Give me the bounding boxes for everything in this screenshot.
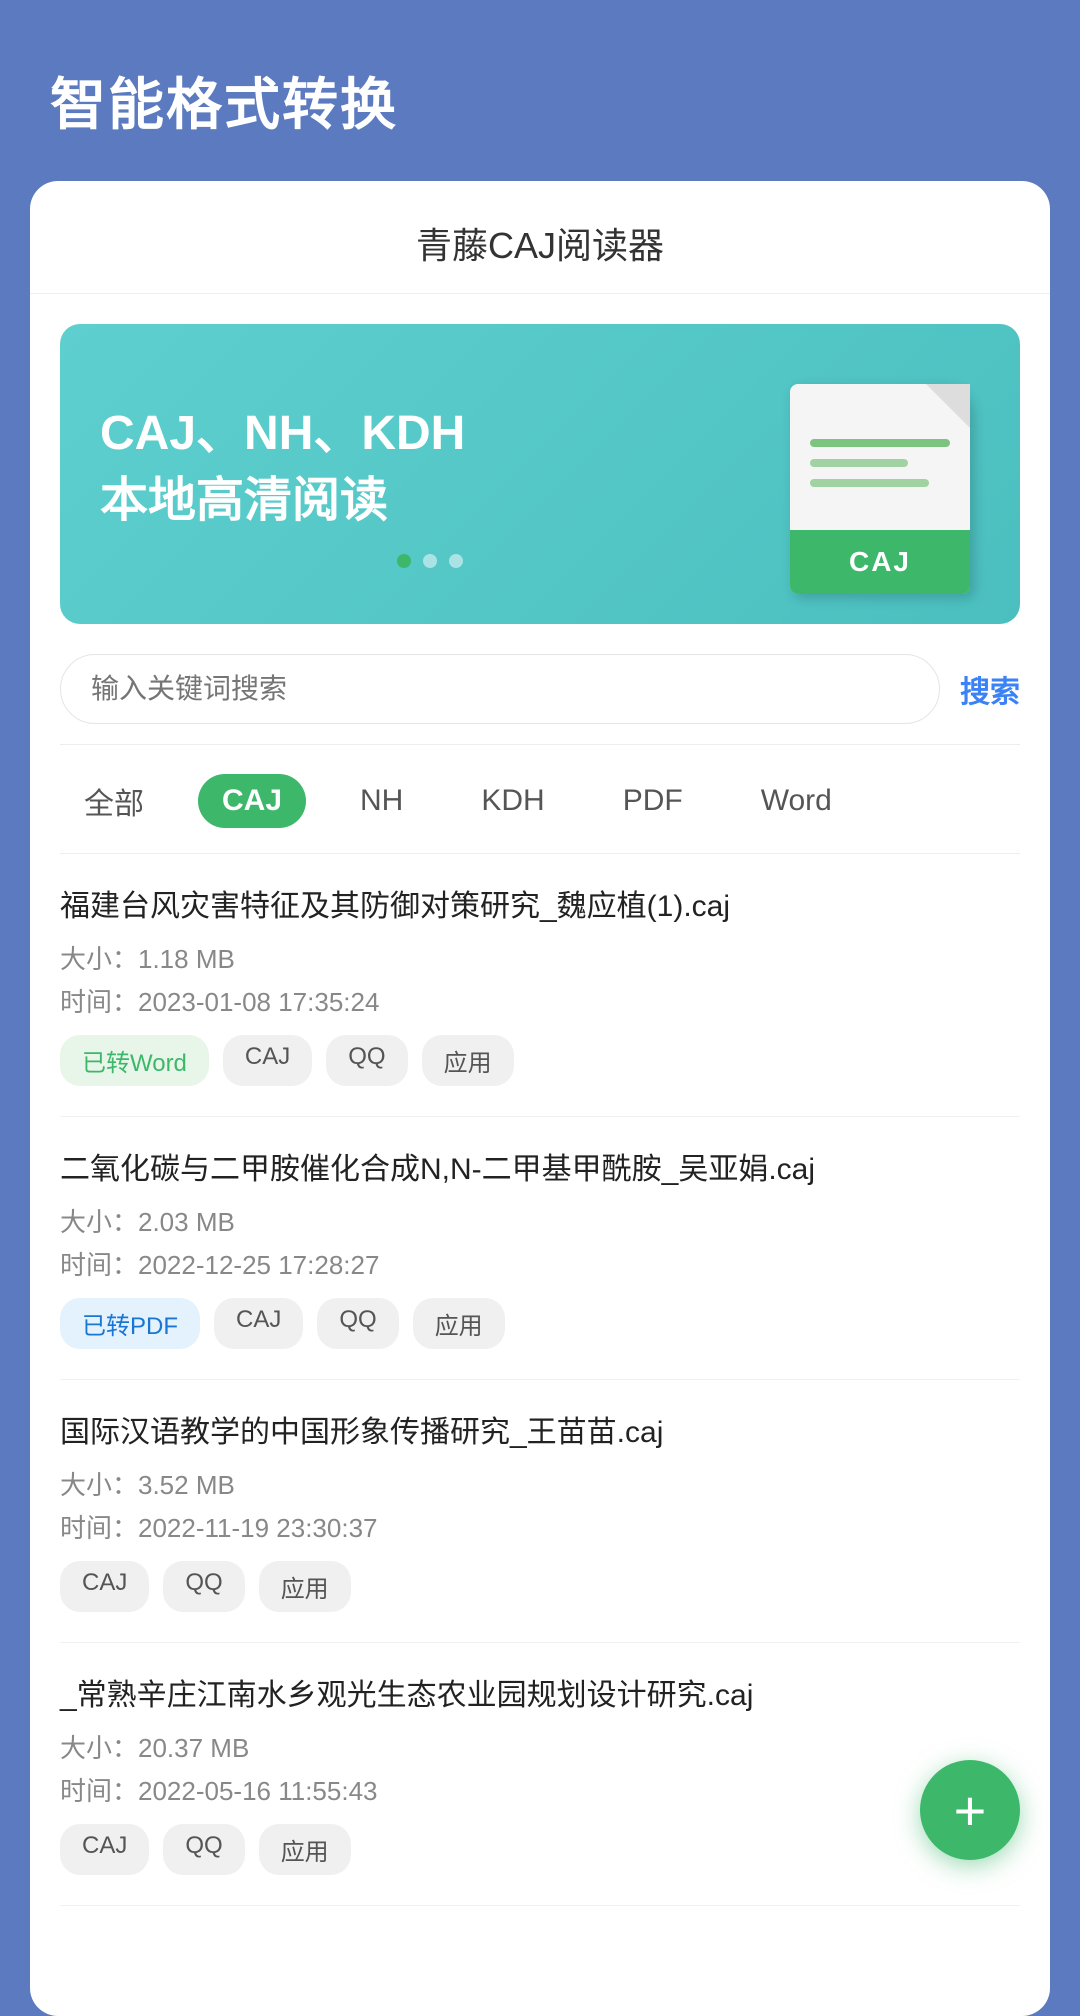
file-time: 时间：2022-05-16 11:55:43 [60, 1771, 1020, 1808]
file-tags: CAJ QQ 应用 [60, 1824, 1020, 1875]
file-tags: CAJ QQ 应用 [60, 1561, 1020, 1612]
tag-qq[interactable]: QQ [326, 1035, 407, 1086]
banner-text-line1: CAJ、NH、KDH [100, 400, 760, 467]
tab-caj[interactable]: CAJ [198, 774, 306, 828]
banner-file-icon: CAJ [760, 374, 980, 594]
tab-kdh[interactable]: KDH [457, 774, 568, 828]
tag-app[interactable]: 应用 [259, 1824, 351, 1875]
banner-dot-2[interactable] [423, 554, 437, 568]
file-time: 时间：2023-01-08 17:35:24 [60, 982, 1020, 1019]
file-name: 福建台风灾害特征及其防御对策研究_魏应植(1).caj [60, 884, 1020, 929]
table-row[interactable]: 国际汉语教学的中国形象传播研究_王苗苗.caj 大小：3.52 MB 时间：20… [60, 1380, 1020, 1643]
file-list: 福建台风灾害特征及其防御对策研究_魏应植(1).caj 大小：1.18 MB 时… [60, 854, 1020, 1906]
tab-nh[interactable]: NH [336, 774, 427, 828]
tag-qq[interactable]: QQ [163, 1824, 244, 1875]
banner-text-line2: 本地高清阅读 [100, 467, 760, 534]
search-row: 搜索 [60, 654, 1020, 745]
bottom-fade [30, 1906, 1050, 1986]
file-name: 二氧化碳与二甲胺催化合成N,N-二甲基甲酰胺_吴亚娟.caj [60, 1147, 1020, 1192]
card-header: 青藤CAJ阅读器 [30, 181, 1050, 294]
file-time: 时间：2022-11-19 23:30:37 [60, 1508, 1020, 1545]
table-row[interactable]: 福建台风灾害特征及其防御对策研究_魏应植(1).caj 大小：1.18 MB 时… [60, 854, 1020, 1117]
tag-app[interactable]: 应用 [413, 1298, 505, 1349]
tag-caj[interactable]: CAJ [223, 1035, 312, 1086]
add-button[interactable]: + [920, 1760, 1020, 1860]
file-size: 大小：20.37 MB [60, 1728, 1020, 1765]
tag-caj[interactable]: CAJ [214, 1298, 303, 1349]
tag-caj[interactable]: CAJ [60, 1561, 149, 1612]
table-row[interactable]: _常熟辛庄江南水乡观光生态农业园规划设计研究.caj 大小：20.37 MB 时… [60, 1643, 1020, 1906]
file-tags: 已转PDF CAJ QQ 应用 [60, 1298, 1020, 1349]
file-name: 国际汉语教学的中国形象传播研究_王苗苗.caj [60, 1410, 1020, 1455]
tag-app[interactable]: 应用 [422, 1035, 514, 1086]
file-size: 大小：1.18 MB [60, 939, 1020, 976]
file-time: 时间：2022-12-25 17:28:27 [60, 1245, 1020, 1282]
tab-all[interactable]: 全部 [60, 769, 168, 833]
tab-pdf[interactable]: PDF [599, 774, 707, 828]
tag-caj[interactable]: CAJ [60, 1824, 149, 1875]
tag-qq[interactable]: QQ [163, 1561, 244, 1612]
search-input[interactable] [60, 654, 940, 724]
table-row[interactable]: 二氧化碳与二甲胺催化合成N,N-二甲基甲酰胺_吴亚娟.caj 大小：2.03 M… [60, 1117, 1020, 1380]
file-name: _常熟辛庄江南水乡观光生态农业园规划设计研究.caj [60, 1673, 1020, 1718]
tag-converted-word[interactable]: 已转Word [60, 1035, 209, 1086]
file-size: 大小：2.03 MB [60, 1202, 1020, 1239]
banner-dots [100, 554, 760, 568]
tag-app[interactable]: 应用 [259, 1561, 351, 1612]
file-size: 大小：3.52 MB [60, 1465, 1020, 1502]
file-tags: 已转Word CAJ QQ 应用 [60, 1035, 1020, 1086]
main-card: 青藤CAJ阅读器 CAJ、NH、KDH 本地高清阅读 CAJ [30, 181, 1050, 2016]
tab-bar: 全部 CAJ NH KDH PDF Word [60, 769, 1020, 854]
tag-qq[interactable]: QQ [317, 1298, 398, 1349]
caj-file-label: CAJ [790, 530, 970, 594]
search-button[interactable]: 搜索 [960, 667, 1020, 711]
page-title: 智能格式转换 [0, 0, 1080, 181]
tag-converted-pdf[interactable]: 已转PDF [60, 1298, 200, 1349]
tab-word[interactable]: Word [737, 774, 856, 828]
banner: CAJ、NH、KDH 本地高清阅读 CAJ [60, 324, 1020, 624]
banner-dot-1[interactable] [397, 554, 411, 568]
banner-dot-3[interactable] [449, 554, 463, 568]
